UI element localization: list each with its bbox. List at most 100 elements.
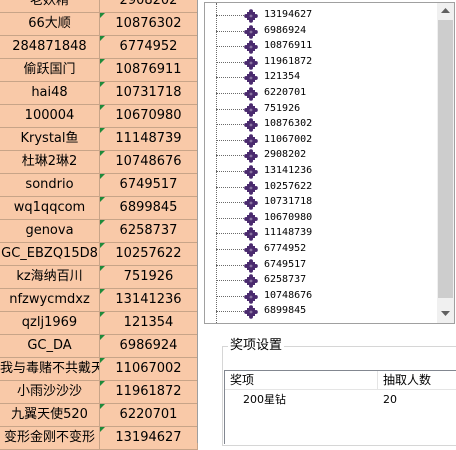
tree-item-label: 11961872 <box>264 55 313 67</box>
tree-item[interactable]: 10876911 <box>205 38 437 54</box>
vertical-scrollbar[interactable] <box>437 3 454 323</box>
scroll-down-button[interactable] <box>437 306 454 323</box>
tree-branch-line <box>216 233 246 235</box>
tree-branch-line <box>216 202 246 204</box>
id-cell[interactable]: 10876302 <box>100 13 198 36</box>
tree-item[interactable]: 121354 <box>205 69 437 86</box>
id-cell[interactable]: 11067002 <box>100 358 198 381</box>
name-cell[interactable]: 杜琳2琳2 <box>0 151 100 174</box>
id-cell[interactable]: 13194627 <box>100 427 198 450</box>
name-cell[interactable]: 偷跃国门 <box>0 59 100 82</box>
name-cell[interactable]: 284871848 <box>0 36 100 59</box>
tree-branch-line <box>216 280 246 282</box>
name-cell[interactable]: sondrio <box>0 174 100 197</box>
tree-item-label: 10257622 <box>264 180 313 192</box>
tree-item[interactable]: 11067002 <box>205 132 437 148</box>
tree-item[interactable]: 11148739 <box>205 225 437 242</box>
column-header-award[interactable]: 奖项 <box>225 371 378 390</box>
name-cell[interactable]: kz海纳百川 <box>0 266 100 289</box>
name-cell[interactable]: 100004 <box>0 105 100 128</box>
tree-list-panel[interactable]: 13194627 6986924 10876911 11961872 121354 622… <box>204 2 455 324</box>
sheet-row: 100004 10670980 <box>0 105 198 128</box>
tree-item-label: 10876911 <box>264 40 313 52</box>
sheet-row: 九翼天使520 6220701 <box>0 404 198 427</box>
sheet-row: 老妖精 2908202 <box>0 0 198 13</box>
tree-item[interactable]: 13194627 <box>205 7 437 23</box>
id-cell[interactable]: 2908202 <box>100 0 198 13</box>
id-cell[interactable]: 10748676 <box>100 151 198 174</box>
tree-item[interactable]: 10731718 <box>205 194 437 210</box>
name-cell[interactable]: Krystal鱼 <box>0 128 100 151</box>
name-cell[interactable]: hai48 <box>0 82 100 105</box>
tree-item[interactable]: 6220701 <box>205 85 437 101</box>
puzzle-piece-icon <box>244 242 258 257</box>
tree-item-label: 10731718 <box>264 196 313 208</box>
sheet-row: 偷跃国门 10876911 <box>0 59 198 82</box>
id-cell[interactable]: 13141236 <box>100 289 198 312</box>
tree-branch-line <box>216 77 246 79</box>
name-cell[interactable]: 66大顺 <box>0 13 100 36</box>
tree-item[interactable]: 13141236 <box>205 163 437 179</box>
tree-item-label: 121354 <box>264 71 301 83</box>
id-cell[interactable]: 10731718 <box>100 82 198 105</box>
id-cell[interactable]: 11961872 <box>100 381 198 404</box>
tree-item-label: 6220701 <box>264 87 307 98</box>
tree-item[interactable]: 2908202 <box>205 147 437 164</box>
sheet-row: 我与毒赌不共戴天 11067002 <box>0 358 198 381</box>
name-cell[interactable]: genova <box>0 220 100 243</box>
tree-item[interactable]: 751926 <box>205 101 437 117</box>
award-cell[interactable]: 200星钻 <box>243 393 286 407</box>
name-cell[interactable]: nfzwycmdxz <box>0 289 100 312</box>
name-cell[interactable]: 小雨沙沙沙 <box>0 381 100 404</box>
tree-item[interactable]: 6258737 <box>205 272 437 288</box>
tree-branch-line <box>216 171 246 172</box>
tree-item[interactable]: 11961872 <box>205 54 437 70</box>
tree-branch-line <box>216 15 246 16</box>
name-cell[interactable]: GC_DA <box>0 335 100 358</box>
tree-item[interactable]: 10876302 <box>205 116 437 132</box>
puzzle-piece-icon <box>244 86 258 101</box>
name-cell[interactable]: qzlj1969 <box>0 312 100 335</box>
award-settings-group: 奖项设置 奖项 抽取人数 200星钻 20 <box>222 338 456 446</box>
id-cell[interactable]: 6220701 <box>100 404 198 427</box>
chevron-down-icon <box>441 311 450 316</box>
scroll-up-button[interactable] <box>437 3 454 20</box>
id-cell[interactable]: 6986924 <box>100 335 198 358</box>
name-cell[interactable]: 九翼天使520 <box>0 404 100 427</box>
tree-item[interactable]: 10257622 <box>205 179 437 195</box>
sheet-row: 变形金刚不变形 13194627 <box>0 427 198 450</box>
id-cell[interactable]: 11148739 <box>100 128 198 151</box>
tree-item[interactable]: 6749517 <box>205 257 437 273</box>
tree-list[interactable]: 13194627 6986924 10876911 11961872 121354 622… <box>205 3 437 323</box>
id-cell[interactable]: 6899845 <box>100 197 198 220</box>
tree-item[interactable]: 6774952 <box>205 241 437 257</box>
name-cell[interactable]: wq1qqcom <box>0 197 100 220</box>
name-cell[interactable]: 我与毒赌不共戴天 <box>0 358 100 381</box>
id-cell[interactable]: 6258737 <box>100 220 198 243</box>
tree-item[interactable]: 10748676 <box>205 288 437 304</box>
id-cell[interactable]: 10876911 <box>100 59 198 82</box>
award-table[interactable]: 奖项 抽取人数 200星钻 20 <box>224 370 456 444</box>
sheet-row: 66大顺 10876302 <box>0 13 198 36</box>
tree-item[interactable]: 10670980 <box>205 210 437 226</box>
name-cell[interactable]: 变形金刚不变形 <box>0 427 100 450</box>
scroll-thumb[interactable] <box>438 20 453 298</box>
puzzle-piece-icon <box>244 55 258 70</box>
name-cell[interactable]: 老妖精 <box>0 0 100 13</box>
id-cell[interactable]: 10670980 <box>100 105 198 128</box>
id-cell[interactable]: 121354 <box>100 312 198 335</box>
id-cell[interactable]: 10257622 <box>100 243 198 266</box>
name-cell[interactable]: GC_EBZQ15D8 <box>0 243 100 266</box>
count-cell[interactable]: 20 <box>383 393 397 407</box>
sheet-row: genova 6258737 <box>0 220 198 243</box>
id-cell[interactable]: 6749517 <box>100 174 198 197</box>
column-header-count[interactable]: 抽取人数 <box>378 371 456 390</box>
tree-item-label: 13194627 <box>264 9 313 20</box>
tree-item-label: 6258737 <box>264 274 307 286</box>
id-cell[interactable]: 751926 <box>100 266 198 289</box>
tree-item[interactable]: 6899845 <box>205 303 437 320</box>
tree-branch-line <box>216 264 246 266</box>
tree-item[interactable]: 6986924 <box>205 23 437 39</box>
id-cell[interactable]: 6774952 <box>100 36 198 59</box>
puzzle-piece-icon <box>244 39 258 54</box>
